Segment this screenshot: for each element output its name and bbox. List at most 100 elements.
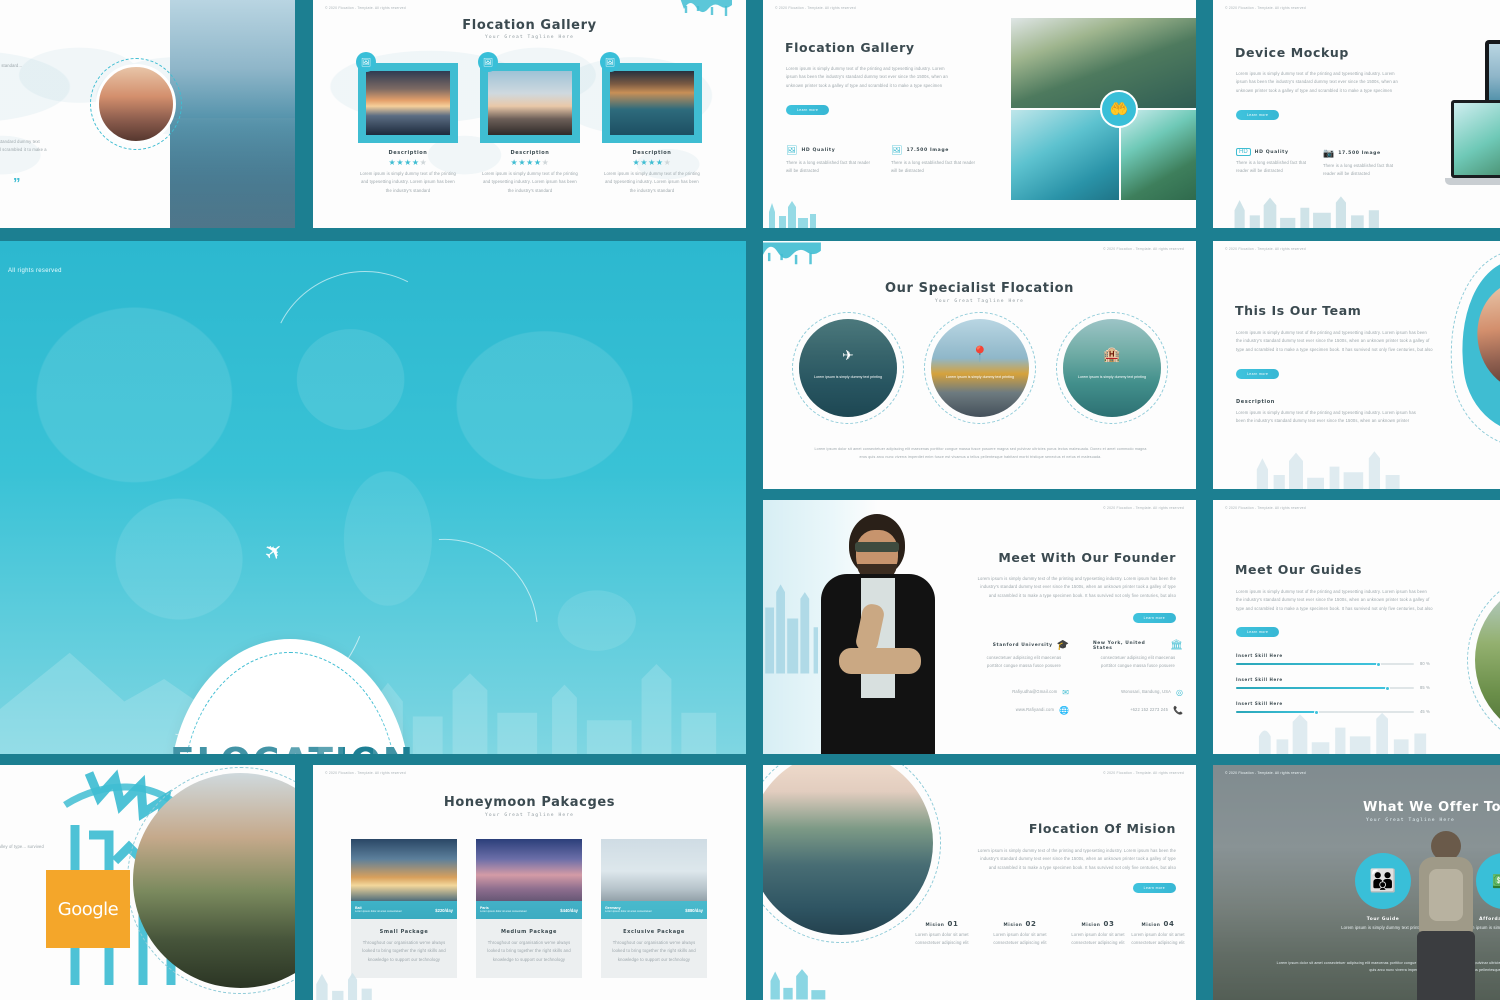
learn-more-button[interactable]: Learn more — [1236, 627, 1280, 637]
phone-icon: 📞 — [1173, 706, 1183, 715]
slide-body: Lorem ipsum is simply dummy text of the … — [1236, 330, 1433, 352]
feature-title: HD Quality — [801, 148, 836, 153]
slide-footnote: © 2020 Flocation - Template. All rights … — [1103, 771, 1184, 775]
skill-row[interactable]: Insert Skill Here 85 % — [1236, 677, 1436, 692]
package-card[interactable]: Germany Lorem ipsum dolor sit amet conse… — [601, 839, 707, 979]
package-media: Paris Lorem ipsum dolor sit amet consect… — [476, 839, 582, 919]
slide-bottom-left-cropped[interactable]: ...rinting industry. Lorem ipsum has bee… — [0, 765, 295, 1000]
cover-copyright-fragment: All rights reserved — [8, 268, 62, 274]
feature-text: There is a long established fact that re… — [786, 160, 871, 174]
fragment-a: Throughout our organisation — [0, 913, 29, 921]
contact-row[interactable]: +622 152 2273 245 📞 — [1093, 706, 1183, 715]
slide-title: Flocation Gallery — [462, 18, 597, 33]
skill-label: Insert Skill Here — [1236, 677, 1283, 682]
slide-tagline: Your Great Tagline Here — [1366, 818, 1455, 823]
section-body: Lorem ipsum is simply dummy text of the … — [1236, 410, 1416, 424]
gallery-card[interactable]: 🖼 Description ★★★★★ Lorem ipsum is simpl… — [600, 52, 702, 195]
feature-title: 17.500 Image — [906, 148, 949, 153]
location-icon: ◎ — [1176, 688, 1183, 697]
slide-flocation-of-mission[interactable]: © 2020 Flocation - Template. All rights … — [763, 765, 1196, 1000]
contact-value: www.Rafiyandi.com — [1015, 707, 1055, 713]
skill-track[interactable] — [1236, 661, 1414, 667]
package-price: $440/day — [560, 907, 578, 913]
contact-value: Wonosari, Bandung, USA — [1121, 689, 1172, 695]
slide-testimonial[interactable]: ...rinting and typesetting industry... L… — [0, 0, 295, 228]
slide-what-we-offer[interactable]: © 2020 Flocation - Template. All rights … — [1213, 765, 1500, 1000]
dock-overlay — [170, 118, 295, 228]
feature-title: 17.500 Image — [1338, 151, 1381, 156]
ribbon-sub: Lorem ipsum dolor sit amet consectetuer — [355, 909, 402, 913]
package-ribbon: Germany Lorem ipsum dolor sit amet conse… — [601, 901, 707, 919]
star-rating: ★★★★★ — [388, 158, 428, 167]
founder-info-block: Stanford University 🎓 consectetuer adipi… — [979, 640, 1069, 671]
slide-flocation-gallery-split[interactable]: © 2020 Flocation - Template. All rights … — [763, 0, 1196, 228]
skyline-silhouette-decor — [0, 652, 717, 754]
laptop-base — [1445, 178, 1500, 185]
google-watermark-text: Google — [57, 898, 119, 920]
flight-trail-top — [245, 246, 485, 486]
slide-our-specialist[interactable]: © 2020 Flocation - Template. All rights … — [763, 241, 1196, 489]
slide-title: Flocation Gallery — [785, 40, 915, 55]
slide-device-mockup[interactable]: © 2020 Flocation - Template. All rights … — [1213, 0, 1500, 228]
learn-more-button[interactable]: Learn more — [786, 105, 830, 115]
package-ribbon: Paris Lorem ipsum dolor sit amet consect… — [476, 901, 582, 919]
slide-deck-preview-grid: ...rinting and typesetting industry... L… — [0, 0, 1500, 1000]
info-heading: New York, United States — [1093, 640, 1146, 651]
graduation-icon: 🎓 — [1056, 640, 1069, 651]
contact-row[interactable]: Rafiyudha@Gmail.com ✉ — [979, 688, 1069, 697]
fragment-top: ...rinting industry. Lorem ipsum has bee… — [0, 844, 44, 849]
gallery-card[interactable]: 🖼 Description ★★★★★ Lorem ipsum is simpl… — [356, 52, 458, 195]
package-card[interactable]: Paris Lorem ipsum dolor sit amet consect… — [476, 839, 582, 979]
sunglasses-icon — [855, 542, 899, 552]
card-text: Lorem ipsum is simply dummy text of the … — [604, 171, 700, 193]
villa-icon: 🏨 — [1103, 346, 1121, 362]
slide-tagline: Your Great Tagline Here — [485, 35, 574, 40]
image-icon: 🖼 — [891, 145, 903, 155]
gallery-card[interactable]: 🖼 Description ★★★★★ Lorem ipsum is simpl… — [478, 52, 580, 195]
mission-label: Mision — [1081, 922, 1101, 927]
slide-meet-founder[interactable]: © 2020 Flocation - Template. All rights … — [763, 500, 1196, 754]
image-icon: 🖼 — [600, 52, 620, 72]
google-watermark: Google — [46, 870, 130, 948]
specialist-item[interactable]: 🏨 Lorem ipsum is simply dummy text print… — [1056, 312, 1168, 424]
learn-more-button[interactable]: Learn more — [1236, 110, 1280, 120]
feature-item: 🖼 17.500 Image There is a long establish… — [891, 145, 981, 176]
slide-honeymoon-packages[interactable]: © 2020 Flocation - Template. All rights … — [313, 765, 746, 1000]
ribbon-sub: Lorem ipsum dolor sit amet consectetuer — [605, 909, 652, 913]
contact-row[interactable]: www.Rafiyandi.com 🌐 — [979, 706, 1069, 715]
package-card[interactable]: Bali Lorem ipsum dolor sit amet consecte… — [351, 839, 457, 979]
mission-label: Mision — [925, 922, 945, 927]
skill-knob[interactable] — [1375, 661, 1381, 667]
package-media: Germany Lorem ipsum dolor sit amet conse… — [601, 839, 707, 919]
slide-flocation-gallery-cards[interactable]: © 2020 Flocation - Template. All rights … — [313, 0, 746, 228]
learn-more-button[interactable]: Learn more — [1132, 883, 1176, 893]
slide-footnote: © 2020 Flocation - Template. All rights … — [775, 6, 856, 10]
skill-track[interactable] — [1236, 685, 1414, 691]
mission-number: 03 — [1103, 920, 1115, 928]
specialist-caption: Lorem ipsum is simply dummy text printin… — [814, 375, 882, 379]
slide-footer-text: Lorem ipsum dolor sit amet consectetuer … — [814, 447, 1147, 459]
mail-icon: ✉ — [1062, 688, 1069, 697]
specialist-caption: Lorem ipsum is simply dummy text printin… — [1078, 375, 1146, 379]
package-text: Throughout our organisation we've always… — [612, 940, 696, 962]
learn-more-button[interactable]: Learn more — [1236, 369, 1280, 379]
slide-body: Lorem ipsum is simply dummy text of the … — [1236, 71, 1398, 93]
contact-row[interactable]: Wonosari, Bandung, USA ◎ — [1093, 688, 1183, 697]
card-label: Description — [632, 150, 672, 156]
traveler-figure — [1409, 831, 1483, 1000]
skill-row[interactable]: Insert Skill Here 80 % — [1236, 653, 1436, 668]
card-frame: 🖼 — [478, 52, 580, 143]
slide-title-cover[interactable]: All rights reserved ✈ ✈ ✈ FLOCATION Enjo… — [0, 241, 746, 754]
skill-knob[interactable] — [1384, 685, 1390, 691]
slide-title: Meet With Our Founder — [998, 550, 1176, 565]
learn-more-button[interactable]: Learn more — [1132, 613, 1176, 623]
card-photo — [366, 71, 450, 135]
slide-footnote: © 2020 Flocation - Template. All rights … — [325, 771, 406, 775]
slide-this-is-our-team[interactable]: © 2020 Flocation - Template. All rights … — [1213, 241, 1500, 489]
slide-title: Device Mockup — [1235, 45, 1349, 60]
specialist-item[interactable]: 📍 Lorem ipsum is simply dummy text print… — [924, 312, 1036, 424]
contact-value: Rafiyudha@Gmail.com — [1012, 689, 1058, 695]
slide-body: Lorem ipsum is simply dummy text of the … — [786, 66, 948, 88]
specialist-item[interactable]: ✈ Lorem ipsum is simply dummy text print… — [792, 312, 904, 424]
slide-meet-our-guides[interactable]: © 2020 Flocation - Template. All rights … — [1213, 500, 1500, 754]
